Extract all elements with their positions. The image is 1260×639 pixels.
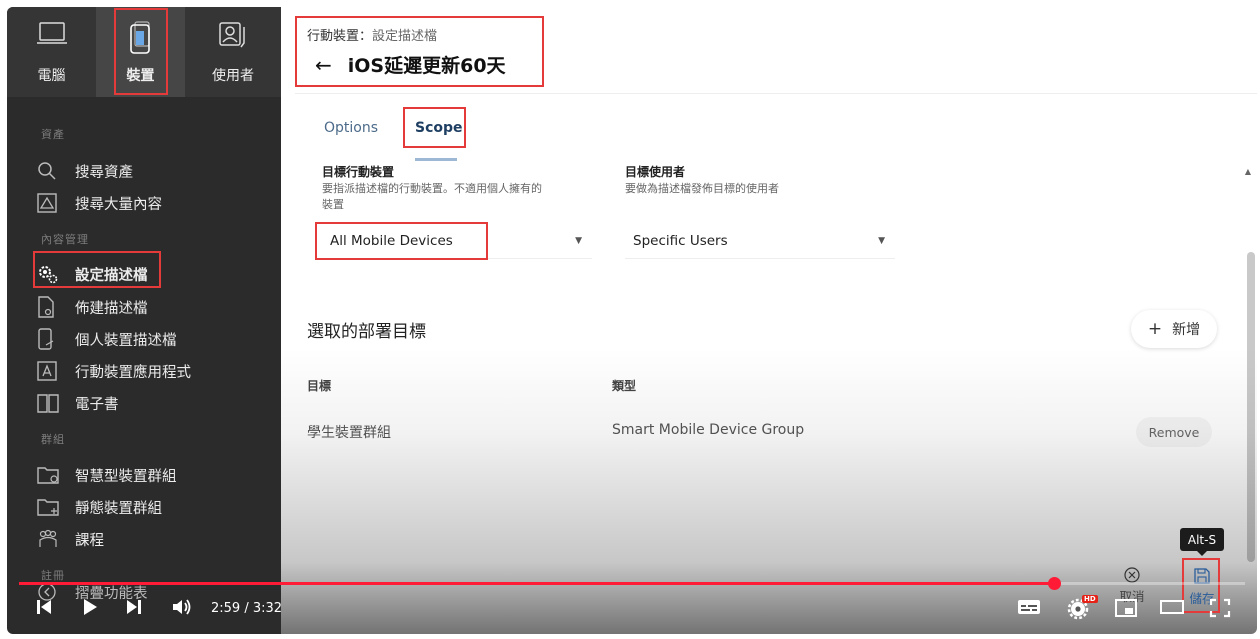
target-users-description: 要做為描述檔發佈目標的使用者 — [625, 182, 779, 195]
add-target-button[interactable]: + 新增 — [1131, 310, 1217, 348]
fullscreen-button[interactable] — [1209, 598, 1231, 618]
chevron-down-icon: ▼ — [878, 236, 885, 246]
theater-button[interactable] — [1159, 598, 1185, 616]
personal-device-icon — [37, 328, 65, 350]
header-divider — [295, 93, 1257, 94]
app-window: 電腦 裝置 使用者 資產 搜尋資產 搜尋大量內容 內容管理 設定描述檔 佈建描述… — [7, 7, 1257, 634]
hd-badge: HD — [1082, 595, 1098, 603]
smart-folder-icon — [37, 465, 65, 485]
sidebar-item-classes[interactable]: 課程 — [37, 525, 272, 553]
highlight-box — [295, 16, 544, 87]
highlight-box — [315, 222, 488, 260]
sidebar-item-search-assets[interactable]: 搜尋資產 — [37, 157, 272, 185]
app-icon — [37, 361, 65, 381]
volume-button[interactable] — [171, 598, 193, 616]
laptop-icon — [36, 21, 68, 51]
target-devices-description: 要指派描述檔的行動裝置。不適用個人擁有的 裝置 — [322, 181, 542, 213]
fullscreen-icon — [1209, 598, 1231, 618]
video-progress-fill — [19, 582, 1054, 585]
search-icon — [37, 161, 65, 181]
sidebar-item-static-groups[interactable]: 靜態裝置群組 — [37, 493, 272, 521]
previous-button[interactable] — [35, 598, 53, 616]
target-users-label: 目標使用者 — [625, 165, 686, 179]
theater-mode-icon — [1160, 600, 1184, 614]
sidebar-item-label: 電子書 — [75, 396, 119, 413]
miniplayer-button[interactable] — [1114, 598, 1138, 618]
target-users-select[interactable]: Specific Users ▼ — [625, 223, 895, 259]
provision-file-icon — [37, 296, 65, 318]
class-icon — [37, 529, 65, 549]
target-devices-description-line: 要指派描述檔的行動裝置。不適用個人擁有的 — [322, 182, 542, 195]
scrollbar[interactable] — [1247, 252, 1255, 562]
highlight-box — [403, 107, 466, 148]
active-tab-indicator — [415, 158, 457, 161]
user-id-icon — [217, 21, 249, 53]
image-search-icon — [37, 193, 65, 213]
add-label: 新增 — [1172, 322, 1201, 338]
sidebar-item-search-volume[interactable]: 搜尋大量內容 — [37, 189, 272, 217]
sidebar-item-label: 搜尋大量內容 — [75, 196, 162, 213]
sidebar-item-label: 行動裝置應用程式 — [75, 364, 191, 381]
skip-previous-icon — [37, 600, 51, 614]
video-time: 2:59 / 3:32 — [211, 601, 283, 616]
subtitles-button[interactable] — [1017, 598, 1041, 616]
sidebar-item-ebooks[interactable]: 電子書 — [37, 389, 272, 417]
save-tooltip: Alt-S — [1180, 528, 1224, 556]
selected-targets-title: 選取的部署目標 — [307, 322, 426, 342]
sidebar-item-label: 佈建描述檔 — [75, 300, 148, 317]
highlight-box — [114, 8, 168, 95]
sidebar-item-label: 課程 — [75, 532, 104, 549]
sidebar-item-mobile-apps[interactable]: 行動裝置應用程式 — [37, 357, 272, 385]
topnav-computers[interactable]: 電腦 — [7, 7, 96, 97]
play-icon — [84, 599, 97, 615]
sidebar-item-personal-device[interactable]: 個人裝置描述檔 — [37, 325, 272, 353]
sidebar-item-smart-groups[interactable]: 智慧型裝置群組 — [37, 461, 272, 489]
video-scrubber-handle[interactable] — [1047, 577, 1061, 590]
sidebar-item-label: 個人裝置描述檔 — [75, 332, 177, 349]
column-header-target: 目標 — [307, 379, 332, 393]
topnav-users[interactable]: 使用者 — [185, 7, 281, 97]
plus-icon: + — [1147, 319, 1163, 339]
column-header-type: 類型 — [612, 379, 637, 393]
tab-options[interactable]: Options — [324, 120, 378, 136]
section-groups: 群組 — [41, 433, 65, 446]
subtitles-icon — [1018, 600, 1040, 614]
skip-next-icon — [127, 600, 141, 614]
video-progress-bar[interactable] — [19, 577, 1245, 590]
section-content: 內容管理 — [41, 233, 89, 246]
miniplayer-icon — [1115, 599, 1137, 617]
book-icon — [37, 393, 65, 413]
highlight-box — [33, 251, 161, 288]
scroll-up-icon[interactable]: ▲ — [1245, 167, 1251, 176]
play-button[interactable] — [81, 598, 99, 616]
sidebar: 電腦 裝置 使用者 資產 搜尋資產 搜尋大量內容 內容管理 設定描述檔 佈建描述… — [7, 7, 281, 634]
volume-icon — [173, 599, 191, 615]
remove-button[interactable]: Remove — [1136, 417, 1212, 447]
chevron-down-icon: ▼ — [575, 236, 582, 246]
next-button[interactable] — [125, 598, 143, 616]
target-users-value: Specific Users — [633, 232, 728, 249]
target-devices-label: 目標行動裝置 — [322, 165, 395, 179]
target-devices-description-line: 裝置 — [322, 198, 344, 211]
sidebar-item-provisioning[interactable]: 佈建描述檔 — [37, 293, 272, 321]
sidebar-item-label: 搜尋資產 — [75, 164, 133, 181]
sidebar-item-label: 智慧型裝置群組 — [75, 468, 177, 485]
static-folder-icon — [37, 497, 65, 517]
row-type: Smart Mobile Device Group — [612, 422, 805, 438]
main-content: 行動裝置：設定描述檔 ← iOS延遲更新60天 Options Scope 目標… — [281, 7, 1257, 634]
sidebar-item-label: 靜態裝置群組 — [75, 500, 162, 517]
topnav-label: 電腦 — [37, 68, 66, 84]
row-target: 學生裝置群組 — [307, 425, 391, 441]
section-assets: 資產 — [41, 128, 65, 141]
topnav-label: 使用者 — [212, 68, 254, 84]
